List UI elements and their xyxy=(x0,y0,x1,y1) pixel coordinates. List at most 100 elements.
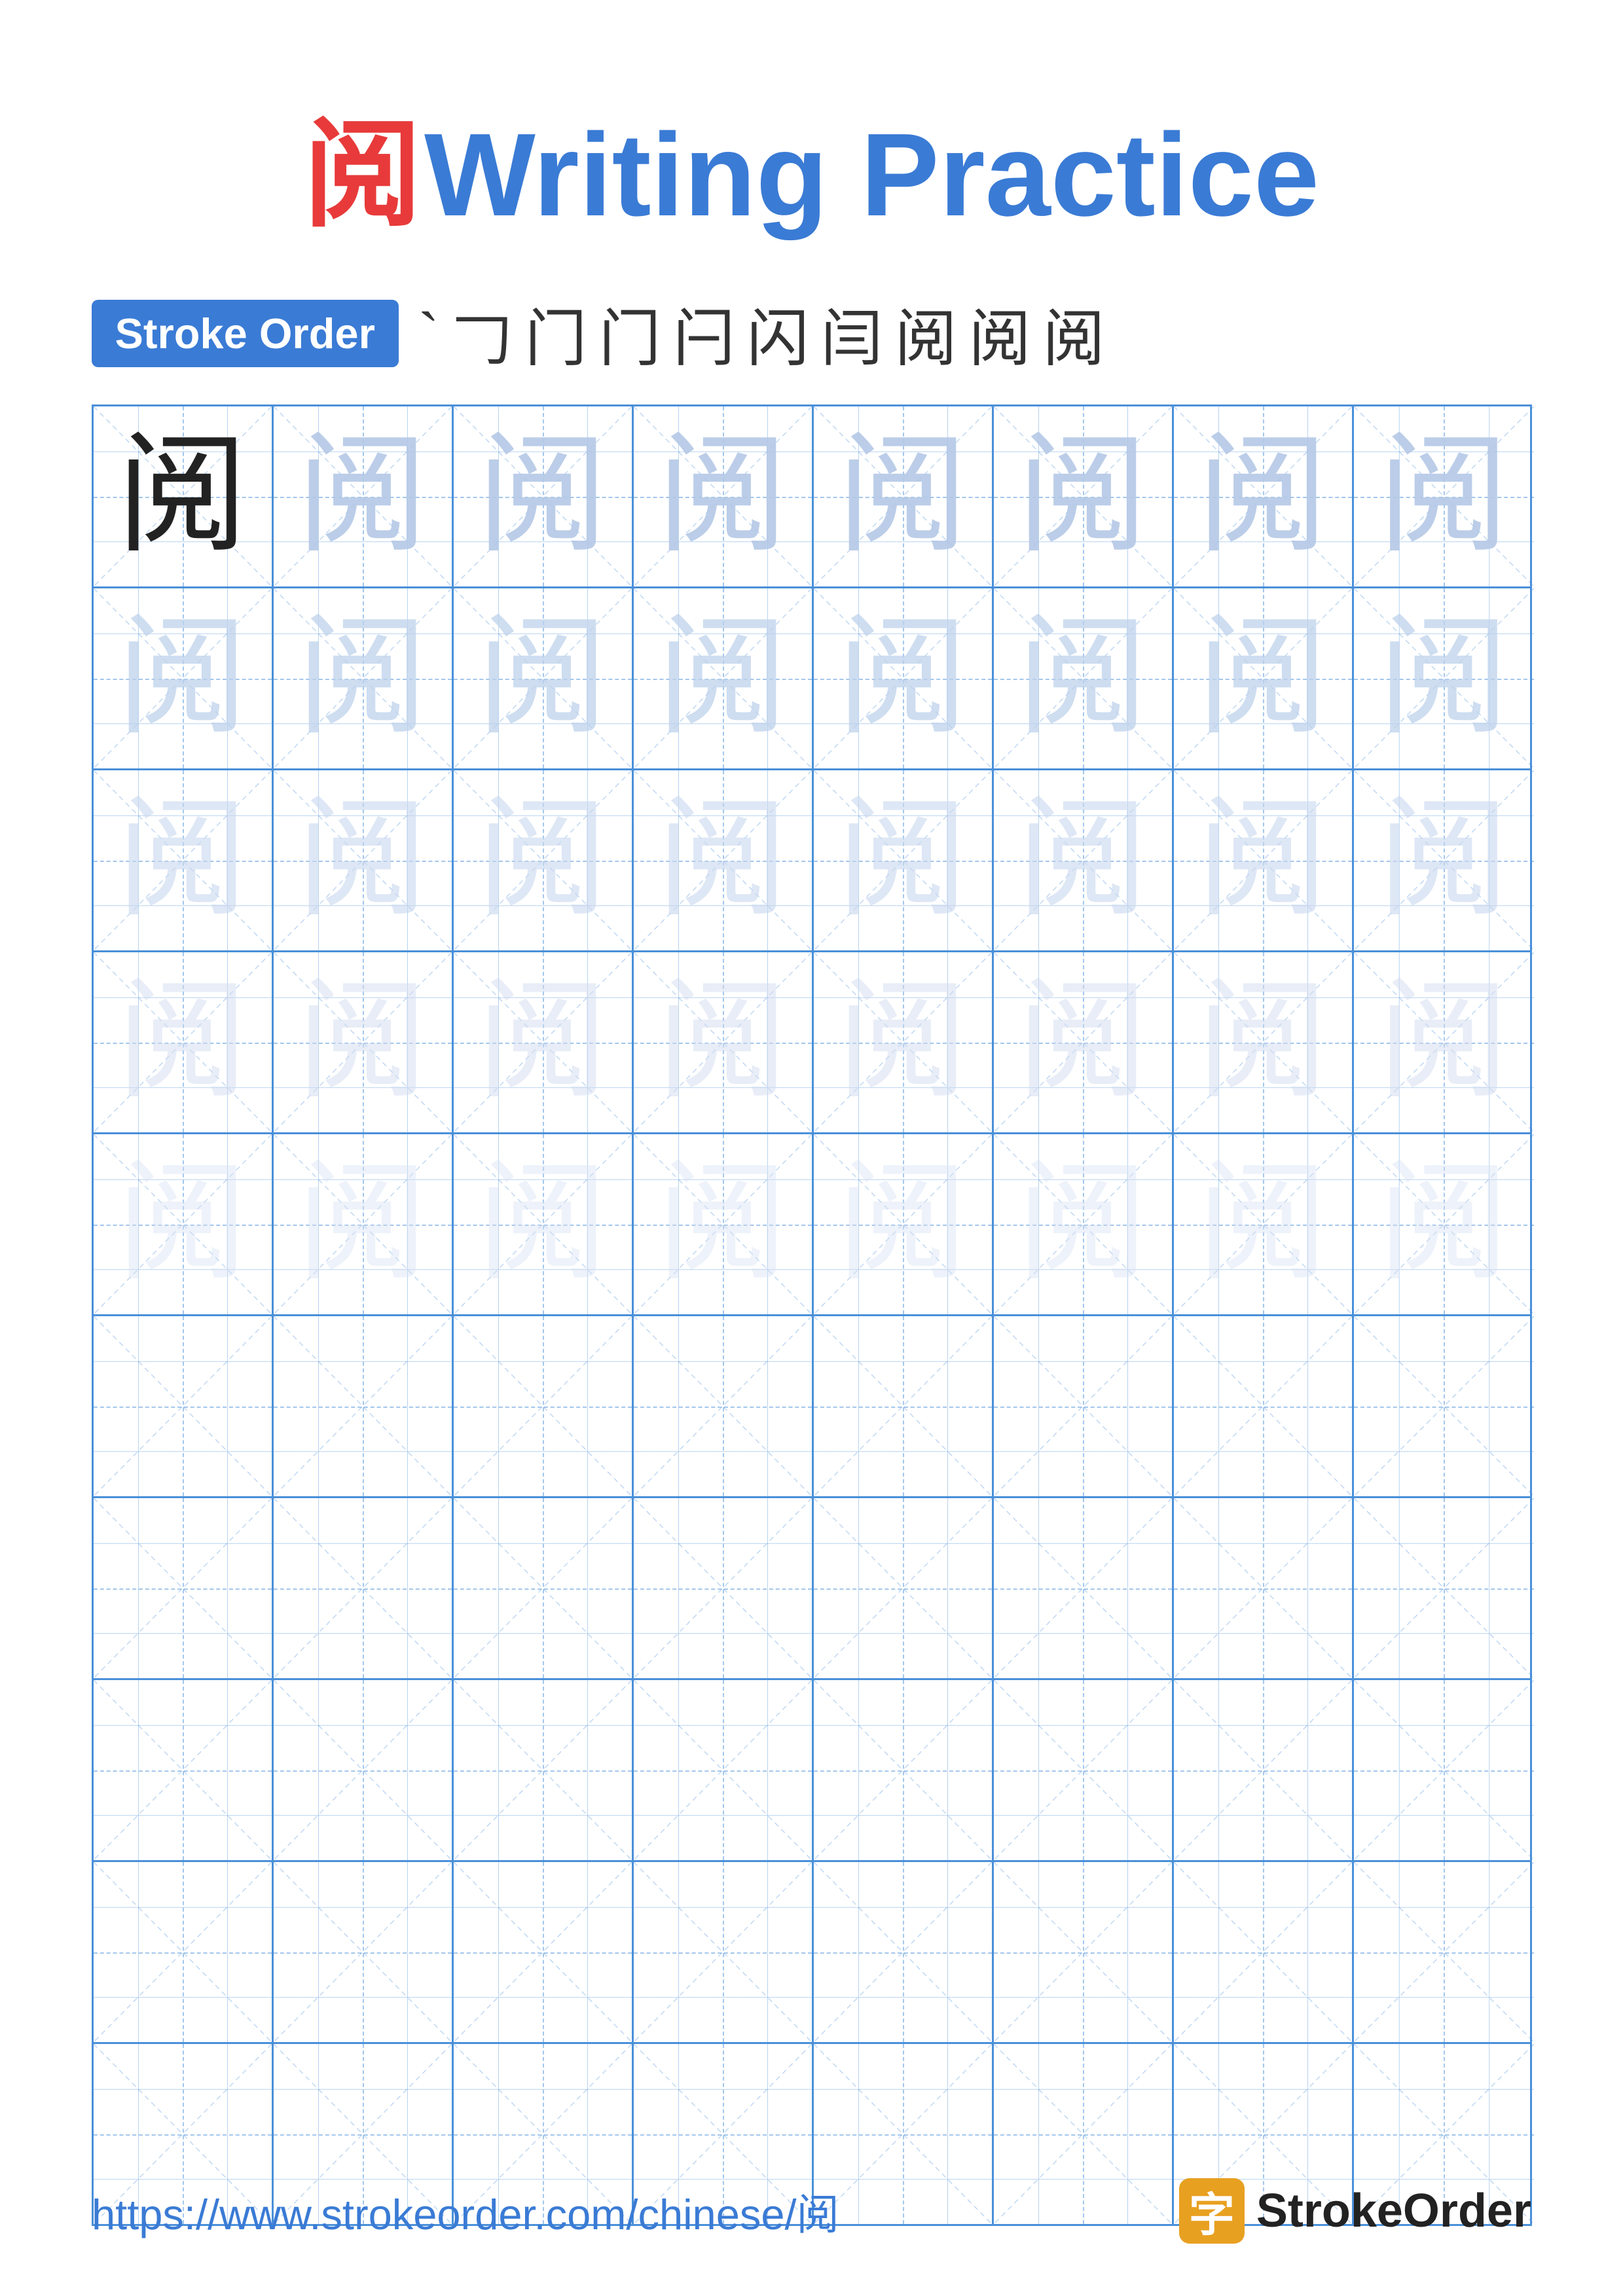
stroke-order-badge: Stroke Order xyxy=(92,300,399,367)
grid-cell[interactable] xyxy=(814,1862,994,2042)
grid-cell[interactable]: 阅 xyxy=(994,770,1174,950)
grid-cell[interactable]: 阅 xyxy=(814,770,994,950)
practice-char: 阅 xyxy=(1197,1159,1328,1290)
title-text: Writing Practice xyxy=(424,109,1319,241)
grid-cell[interactable]: 阅 xyxy=(274,588,454,768)
grid-cell[interactable] xyxy=(94,1680,274,1860)
practice-char: 阅 xyxy=(1017,1159,1148,1290)
grid-cell[interactable] xyxy=(454,1680,634,1860)
grid-cell[interactable]: 阅 xyxy=(94,1134,274,1314)
practice-char: 阅 xyxy=(1378,613,1509,744)
grid-cell[interactable] xyxy=(1354,1862,1534,2042)
grid-cell[interactable]: 阅 xyxy=(94,406,274,586)
grid-cell[interactable]: 阅 xyxy=(634,1134,814,1314)
footer-url[interactable]: https://www.strokeorder.com/chinese/阅 xyxy=(92,2180,839,2242)
grid-cell[interactable]: 阅 xyxy=(1174,588,1354,768)
footer-logo-icon: 字 xyxy=(1179,2178,1245,2244)
grid-cell[interactable]: 阅 xyxy=(1354,952,1534,1132)
footer-logo: 字 StrokeOrder xyxy=(1179,2178,1531,2244)
practice-char: 阅 xyxy=(117,795,247,926)
grid-cell[interactable]: 阅 xyxy=(274,770,454,950)
grid-cell[interactable] xyxy=(1174,1862,1354,2042)
grid-cell[interactable] xyxy=(994,1498,1174,1678)
practice-char: 阅 xyxy=(1017,795,1148,926)
grid-cell[interactable] xyxy=(94,1316,274,1496)
grid-cell[interactable]: 阅 xyxy=(634,770,814,950)
grid-cell[interactable]: 阅 xyxy=(814,952,994,1132)
practice-char: 阅 xyxy=(297,795,428,926)
grid-cell[interactable] xyxy=(634,1680,814,1860)
stroke-6: 闪 xyxy=(747,289,809,378)
grid-row xyxy=(94,1862,1530,2044)
grid-row: 阅 阅 阅 阅 阅 xyxy=(94,406,1530,588)
grid-cell[interactable]: 阅 xyxy=(634,588,814,768)
grid-cell[interactable]: 阅 xyxy=(1174,770,1354,950)
grid-cell[interactable]: 阅 xyxy=(454,588,634,768)
grid-cell[interactable]: 阅 xyxy=(814,406,994,586)
grid-cell[interactable]: 阅 xyxy=(634,406,814,586)
grid-cell[interactable] xyxy=(454,1316,634,1496)
grid-cell[interactable]: 阅 xyxy=(994,588,1174,768)
grid-cell[interactable]: 阅 xyxy=(1174,406,1354,586)
grid-cell[interactable] xyxy=(94,1862,274,2042)
title-area: 阅 Writing Practice xyxy=(304,79,1319,249)
grid-cell[interactable]: 阅 xyxy=(454,770,634,950)
grid-cell[interactable] xyxy=(1174,1680,1354,1860)
grid-cell[interactable] xyxy=(1174,1316,1354,1496)
grid-cell[interactable]: 阅 xyxy=(634,952,814,1132)
grid-cell[interactable] xyxy=(1354,1316,1534,1496)
practice-char: 阅 xyxy=(477,1159,608,1290)
grid-cell[interactable] xyxy=(814,1316,994,1496)
practice-char: 阅 xyxy=(1197,977,1328,1108)
grid-cell[interactable]: 阅 xyxy=(994,1134,1174,1314)
grid-cell[interactable] xyxy=(994,1862,1174,2042)
grid-cell[interactable]: 阅 xyxy=(94,588,274,768)
stroke-4: 门 xyxy=(599,289,661,378)
grid-cell[interactable]: 阅 xyxy=(1354,1134,1534,1314)
grid-cell[interactable] xyxy=(1354,1680,1534,1860)
grid-row: 阅 阅 阅 阅 阅 阅 阅 阅 xyxy=(94,1134,1530,1316)
practice-char: 阅 xyxy=(837,977,968,1108)
grid-cell[interactable] xyxy=(634,1498,814,1678)
grid-cell[interactable] xyxy=(274,1680,454,1860)
grid-cell[interactable] xyxy=(274,1862,454,2042)
grid-cell[interactable] xyxy=(994,1316,1174,1496)
grid-cell[interactable]: 阅 xyxy=(814,588,994,768)
grid-cell[interactable]: 阅 xyxy=(454,952,634,1132)
grid-cell[interactable]: 阅 xyxy=(994,952,1174,1132)
grid-cell[interactable]: 阅 xyxy=(1354,588,1534,768)
grid-cell[interactable]: 阅 xyxy=(454,1134,634,1314)
grid-cell[interactable]: 阅 xyxy=(1354,406,1534,586)
grid-cell[interactable] xyxy=(94,1498,274,1678)
grid-cell[interactable]: 阅 xyxy=(274,406,454,586)
grid-cell[interactable] xyxy=(274,1316,454,1496)
grid-cell[interactable]: 阅 xyxy=(274,1134,454,1314)
grid-cell[interactable] xyxy=(814,1680,994,1860)
stroke-5: 闩 xyxy=(673,289,735,378)
stroke-order-area: Stroke Order ` 𠃌 门 门 闩 闪 闫 阅 阅 阅 xyxy=(92,289,1532,378)
grid-cell[interactable] xyxy=(1174,1498,1354,1678)
practice-char: 阅 xyxy=(1017,613,1148,744)
grid-cell[interactable]: 阅 xyxy=(454,406,634,586)
practice-char: 阅 xyxy=(1197,431,1328,562)
practice-char: 阅 xyxy=(117,1159,247,1290)
grid-cell[interactable]: 阅 xyxy=(1174,952,1354,1132)
practice-char: 阅 xyxy=(297,431,428,562)
practice-char: 阅 xyxy=(297,977,428,1108)
grid-cell[interactable] xyxy=(1354,1498,1534,1678)
grid-cell[interactable]: 阅 xyxy=(1174,1134,1354,1314)
grid-cell[interactable] xyxy=(454,1498,634,1678)
grid-cell[interactable]: 阅 xyxy=(274,952,454,1132)
grid-cell[interactable] xyxy=(634,1316,814,1496)
grid-cell[interactable] xyxy=(274,1498,454,1678)
grid-cell[interactable] xyxy=(994,1680,1174,1860)
grid-cell[interactable]: 阅 xyxy=(994,406,1174,586)
grid-cell[interactable]: 阅 xyxy=(1354,770,1534,950)
grid-cell[interactable] xyxy=(814,1498,994,1678)
grid-cell[interactable] xyxy=(454,1862,634,2042)
grid-cell[interactable]: 阅 xyxy=(94,952,274,1132)
grid-cell[interactable]: 阅 xyxy=(94,770,274,950)
grid-cell[interactable] xyxy=(634,1862,814,2042)
grid-row: 阅 阅 阅 阅 阅 阅 阅 阅 xyxy=(94,952,1530,1134)
grid-cell[interactable]: 阅 xyxy=(814,1134,994,1314)
